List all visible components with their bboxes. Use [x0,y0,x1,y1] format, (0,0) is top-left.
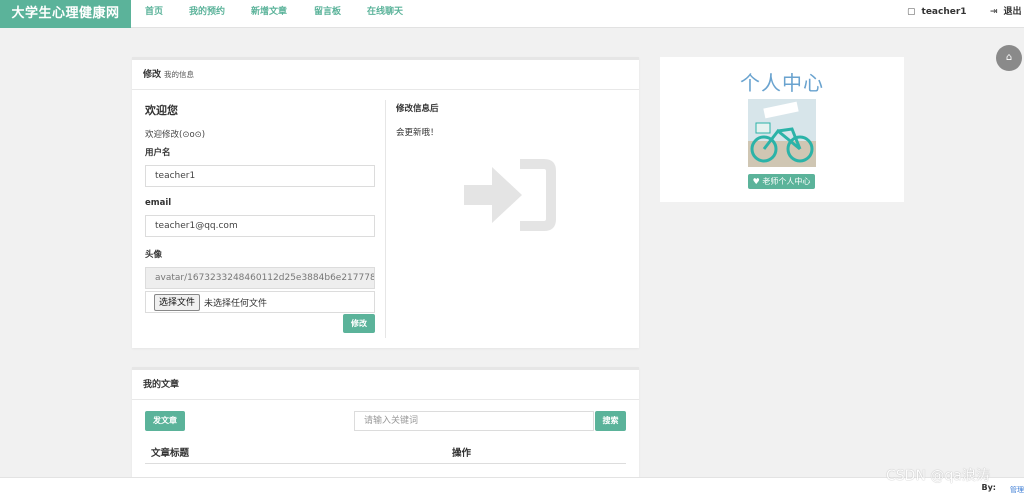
welcome-heading: 欢迎您 [145,104,178,117]
avatar[interactable] [748,99,816,167]
email-label: email [145,198,172,208]
nav-new-article[interactable]: 新增文章 [251,0,287,28]
footer-admin-link[interactable]: 管理 [1010,485,1024,495]
nav-my-appointments[interactable]: 我的预约 [189,0,225,28]
teacher-center-badge[interactable]: ♥ 老师个人中心 [748,174,815,189]
avatar-path-input: avatar/1673233248460112d25e3884b6e217778… [145,267,375,289]
edit-panel-header: 修改 我的信息 [132,60,639,90]
file-status-text: 未选择任何文件 [204,298,268,309]
avatar-label: 头像 [145,250,163,260]
nav-online-chat[interactable]: 在线聊天 [367,0,403,28]
col-action: 操作 [452,448,472,459]
avatar-file-picker: 选择文件 未选择任何文件 [145,291,375,313]
footer: By: 管理 [0,477,1024,495]
nav-user[interactable]: ▢ teacher1 [907,0,967,28]
edit-info-panel: 修改 我的信息 欢迎您 欢迎修改(⊙o⊙) 用户名 teacher1 email … [132,57,639,348]
hint-title: 修改信息后 [396,104,439,114]
edit-form: 欢迎您 欢迎修改(⊙o⊙) 用户名 teacher1 email teacher… [145,102,377,313]
home-icon: ⌂ [1005,52,1013,63]
username-label: 用户名 [145,148,171,158]
welcome-subtext: 欢迎修改(⊙o⊙) [145,130,206,140]
table-header-divider [145,463,626,464]
my-articles-panel: 我的文章 发文章 请输入关键词 搜索 文章标题 操作 [132,367,639,495]
article-search-input[interactable]: 请输入关键词 [354,411,594,431]
submit-edit-button[interactable]: 修改 [343,314,375,333]
article-search-button[interactable]: 搜索 [595,411,626,431]
profile-panel: 个人中心 ♥ 老师个人中心 [660,57,904,202]
heart-icon: ♥ [752,177,760,186]
username-input[interactable]: teacher1 [145,165,375,187]
sign-in-icon [464,159,556,231]
top-navbar: 大学生心理健康网 首页 我的预约 新增文章 留言板 在线聊天 ▢ teacher1… [0,0,1024,28]
nav-logout[interactable]: ⇥ 退出 [990,0,1022,28]
articles-panel-title: 我的文章 [143,380,180,390]
email-input[interactable]: teacher1@qq.com [145,215,375,237]
new-article-button[interactable]: 发文章 [145,411,185,431]
nav-home[interactable]: 首页 [145,0,163,28]
profile-title: 个人中心 [740,71,824,95]
edit-panel-subtitle: 我的信息 [164,70,195,79]
avatar-image [748,99,816,167]
logout-icon: ⇥ [990,7,998,17]
nav-logout-label: 退出 [1003,7,1022,17]
home-floating-button[interactable]: ⌂ [996,45,1022,71]
edit-hint: 修改信息后 会更新哦！ [396,102,626,138]
csdn-watermark: CSDN @qa浪涛 [886,468,990,484]
site-brand[interactable]: 大学生心理健康网 [0,0,131,28]
hint-subtext: 会更新哦！ [396,128,439,138]
choose-file-button[interactable]: 选择文件 [154,293,201,311]
nav-message-board[interactable]: 留言板 [314,0,341,28]
edit-panel-title: 修改 [143,70,162,80]
col-article-title: 文章标题 [151,448,190,459]
column-divider [385,100,386,338]
nav-user-label: teacher1 [921,7,967,17]
user-icon: ▢ [907,7,916,17]
teacher-center-badge-label: 老师个人中心 [762,177,811,186]
articles-panel-header: 我的文章 [132,370,639,400]
